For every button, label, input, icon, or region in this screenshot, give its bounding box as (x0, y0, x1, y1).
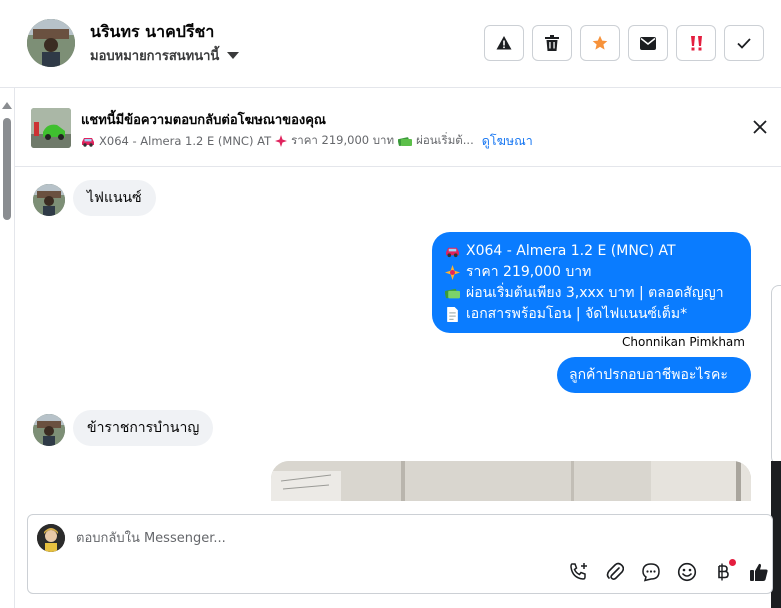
contact-avatar-small[interactable] (33, 414, 65, 446)
incoming-message[interactable]: ข้าราชการบำนาญ (73, 410, 214, 446)
contact-name[interactable]: นรินทร นาคปรีชา (90, 20, 214, 45)
close-icon (753, 120, 767, 134)
add-call-button[interactable] (568, 561, 590, 583)
money-icon (398, 136, 413, 146)
message-line: ราคา 219,000 บาท (445, 262, 738, 283)
incoming-message[interactable]: ไฟแนนซ์ (73, 180, 156, 216)
message-line: เอกสารพร้อมโอน | จัดไฟแนนซ์เต็ม* (445, 304, 738, 325)
banner-subtitle: X064 - Almera 1.2 E (MNC) AT ราคา 219,00… (81, 131, 533, 151)
message-composer (27, 514, 773, 594)
star-button[interactable] (580, 25, 620, 61)
scroll-up-arrow[interactable] (2, 102, 12, 109)
mark-unread-button[interactable] (628, 25, 668, 61)
delete-button[interactable] (532, 25, 572, 61)
report-spam-button[interactable] (484, 25, 524, 61)
assign-conversation-dropdown[interactable]: มอบหมายการสนทนานี้ (90, 45, 240, 66)
chat-bubble-icon (642, 563, 660, 582)
scrollbar[interactable] (0, 100, 14, 520)
car-icon (446, 247, 459, 258)
message-line-text: X064 - Almera 1.2 E (MNC) AT (466, 243, 676, 259)
notification-dot (729, 559, 736, 566)
ad-reply-banner: แชทนี้มีข้อความตอบกลับต่อโฆษณาของคุณ X06… (15, 89, 781, 167)
page-avatar (37, 524, 65, 552)
header-actions (484, 25, 764, 61)
message-line-text: ผ่อนเริ่มต้นเพียง 3,xxx บาท | ตลอดสัญญา (466, 285, 724, 301)
phone-plus-icon (570, 563, 587, 580)
contact-avatar-small[interactable] (33, 184, 65, 216)
like-button[interactable] (748, 561, 770, 583)
conversation-header: นรินทร นาคปรีชา มอบหมายการสนทนานี้ (0, 0, 781, 88)
message-line: ผ่อนเริ่มต้นเพียง 3,xxx บาท | ตลอดสัญญา (445, 283, 738, 304)
trash-icon (545, 35, 559, 51)
message-line-text: ราคา 219,000 บาท (466, 264, 592, 280)
smiley-icon (677, 562, 697, 582)
envelope-icon (640, 36, 656, 50)
mark-done-button[interactable] (724, 25, 764, 61)
star-icon (592, 35, 608, 50)
close-banner-button[interactable] (750, 117, 770, 137)
composer-tools (568, 559, 770, 583)
paperclip-icon (606, 562, 624, 580)
sparkle-icon (445, 265, 460, 280)
reply-input[interactable] (76, 527, 676, 549)
money-icon (445, 288, 460, 299)
message-line-text: เอกสารพร้อมโอน | จัดไฟแนนซ์เต็ม* (466, 306, 688, 322)
car-icon (82, 137, 94, 147)
side-panel-edge (771, 285, 781, 465)
scroll-thumb[interactable] (3, 118, 11, 220)
banner-subtitle-price: ราคา 219,000 บาท (291, 133, 395, 147)
message-line: X064 - Almera 1.2 E (MNC) AT (445, 241, 738, 262)
warning-icon (496, 36, 512, 50)
baht-icon (718, 563, 729, 581)
ad-thumbnail[interactable] (31, 108, 71, 148)
sender-name: Chonnikan Pimkham (622, 335, 745, 349)
thumbs-up-icon (750, 563, 768, 581)
view-ad-link[interactable]: ดูโฆษณา (482, 131, 533, 151)
banner-title: แชทนี้มีข้อความตอบกลับต่อโฆษณาของคุณ (81, 113, 326, 128)
sparkle-icon (275, 135, 288, 147)
follow-up-icon (691, 36, 702, 51)
outgoing-message[interactable]: ลูกค้าปรกอบอาชีพอะไรคะ (557, 357, 751, 393)
banner-subtitle-model: X064 - Almera 1.2 E (MNC) AT (99, 134, 272, 148)
document-icon (447, 307, 458, 322)
outgoing-message[interactable]: X064 - Almera 1.2 E (MNC) AT ราคา 219,00… (432, 232, 751, 333)
attach-button[interactable] (604, 561, 626, 583)
emoji-button[interactable] (676, 561, 698, 583)
banner-subtitle-tail: ผ่อนเริ่มต้... (416, 133, 474, 147)
contact-avatar[interactable] (27, 19, 75, 67)
check-icon (737, 37, 751, 49)
follow-up-button[interactable] (676, 25, 716, 61)
payment-button[interactable] (712, 559, 736, 583)
image-attachment[interactable] (271, 461, 751, 501)
chevron-down-icon (227, 52, 240, 59)
saved-replies-button[interactable] (640, 561, 662, 583)
assign-label: มอบหมายการสนทนานี้ (90, 49, 220, 64)
